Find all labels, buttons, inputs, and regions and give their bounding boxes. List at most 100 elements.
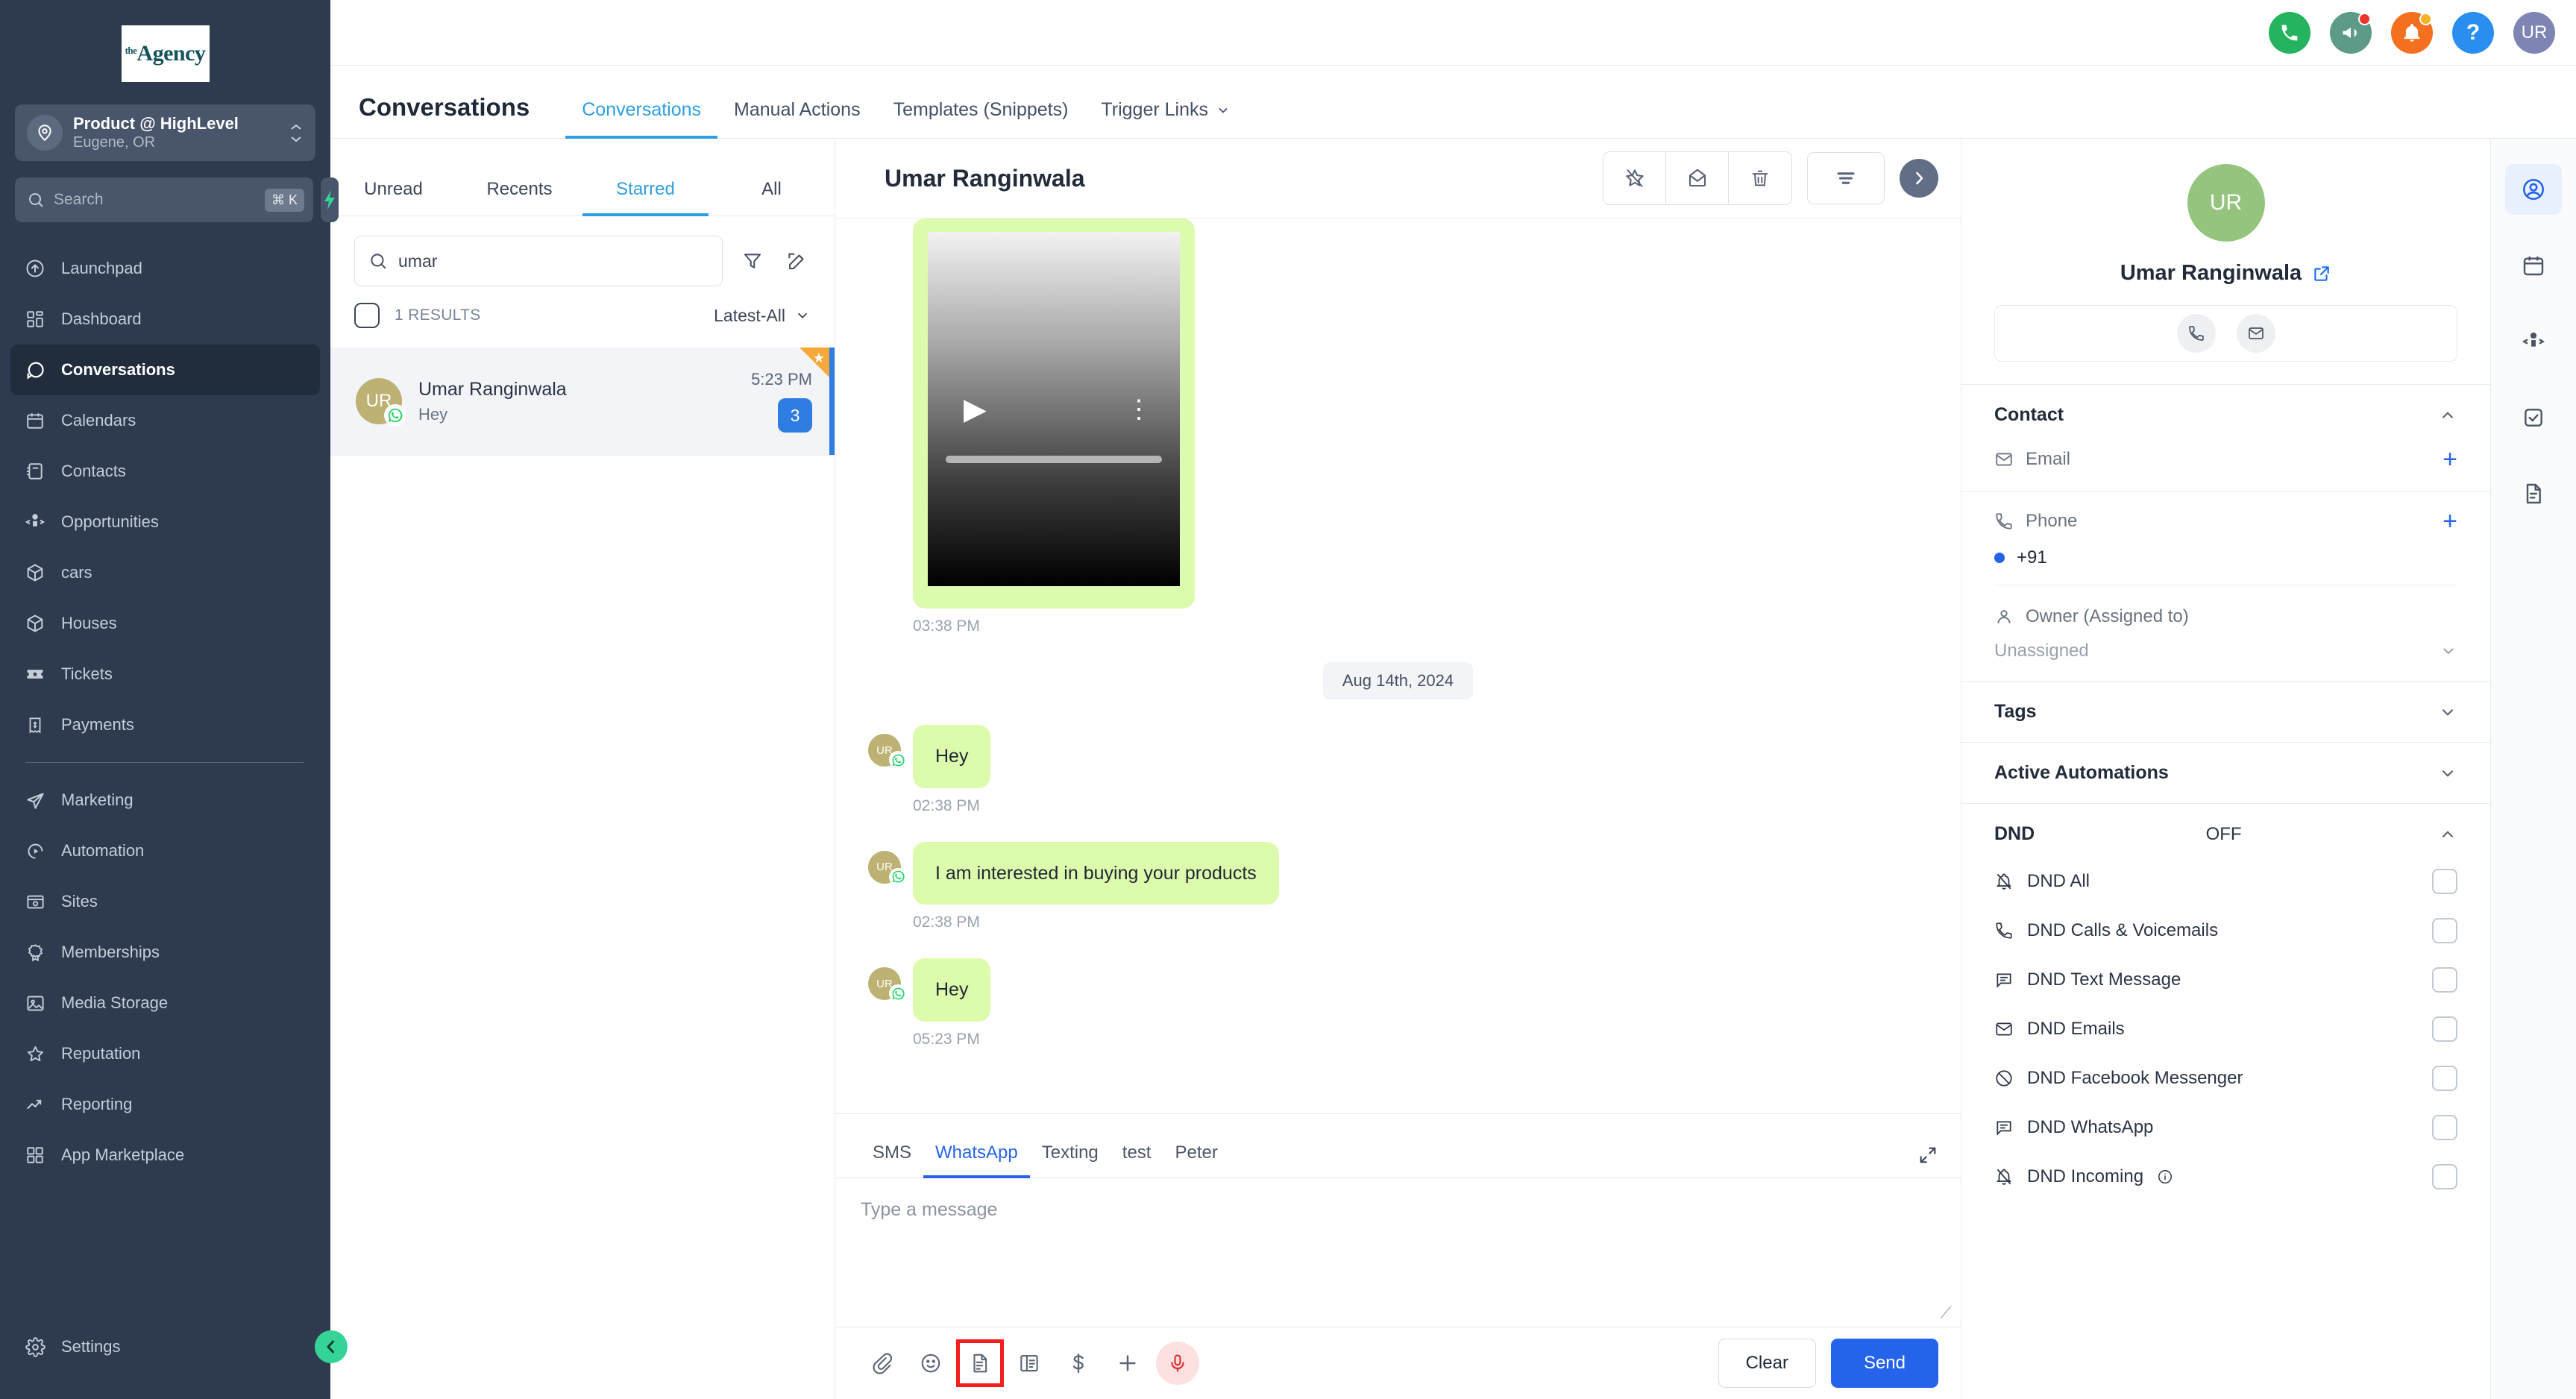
sidebar-item-reporting[interactable]: Reporting xyxy=(10,1079,320,1130)
tab-templates-snippets[interactable]: Templates (Snippets) xyxy=(877,99,1085,139)
tags-section-header[interactable]: Tags xyxy=(1994,701,2457,723)
more-options-icon[interactable]: ⋮ xyxy=(1126,401,1152,416)
sidebar-item-dashboard[interactable]: Dashboard xyxy=(10,294,320,345)
dnd-row-facebook[interactable]: DND Facebook Messenger xyxy=(1994,1066,2457,1091)
dnd-checkbox[interactable] xyxy=(2432,918,2457,943)
add-phone-button[interactable]: + xyxy=(2443,509,2457,534)
appointments-tab[interactable] xyxy=(2505,240,2562,291)
add-email-button[interactable]: + xyxy=(2443,447,2457,472)
composer-tab-sms[interactable]: SMS xyxy=(861,1142,923,1178)
dnd-row-all[interactable]: DND All xyxy=(1994,869,2457,894)
dnd-row-whatsapp[interactable]: DND WhatsApp xyxy=(1994,1115,2457,1140)
megaphone-icon[interactable] xyxy=(2330,12,2372,54)
sidebar-item-opportunities[interactable]: Opportunities xyxy=(10,497,320,547)
plus-icon[interactable] xyxy=(1107,1342,1149,1384)
attachment-icon[interactable] xyxy=(861,1342,902,1384)
owner-select[interactable]: Unassigned xyxy=(1994,641,2457,661)
emoji-icon[interactable] xyxy=(910,1342,952,1384)
delete-button[interactable] xyxy=(1729,152,1791,204)
composer-tab-texting[interactable]: Texting xyxy=(1030,1142,1110,1178)
contact-tab[interactable] xyxy=(2505,164,2562,215)
phone-value-row[interactable]: +91 xyxy=(1994,547,2457,585)
dnd-section-header[interactable]: DND OFF xyxy=(1994,823,2457,845)
email-button[interactable] xyxy=(2237,314,2275,353)
filter-tab-recents[interactable]: Recents xyxy=(456,179,582,216)
clear-button[interactable]: Clear xyxy=(1718,1339,1816,1388)
template-icon[interactable] xyxy=(1008,1342,1050,1384)
dnd-checkbox[interactable] xyxy=(2432,1115,2457,1140)
mark-unread-button[interactable] xyxy=(1666,152,1729,204)
active-automations-header[interactable]: Active Automations xyxy=(1994,762,2457,784)
help-icon[interactable]: ? xyxy=(2452,12,2494,54)
chat-filter-button[interactable] xyxy=(1807,152,1885,204)
video-thumbnail[interactable]: ▶ ⋮ xyxy=(928,232,1180,586)
message-input-area[interactable]: Type a message ⟋ xyxy=(835,1178,1961,1327)
sidebar-item-marketing[interactable]: Marketing xyxy=(10,775,320,826)
sidebar-item-launchpad[interactable]: Launchpad xyxy=(10,243,320,294)
sidebar-item-payments[interactable]: Payments xyxy=(10,700,320,750)
tab-manual-actions[interactable]: Manual Actions xyxy=(717,99,877,139)
dnd-checkbox[interactable] xyxy=(2432,869,2457,894)
sort-dropdown[interactable]: Latest-All xyxy=(714,306,811,326)
sidebar-item-contacts[interactable]: Contacts xyxy=(10,446,320,497)
sidebar-item-sites[interactable]: Sites xyxy=(10,876,320,927)
compose-icon[interactable] xyxy=(782,246,812,276)
dnd-row-calls[interactable]: DND Calls & Voicemails xyxy=(1994,918,2457,943)
select-all-checkbox[interactable] xyxy=(354,303,380,328)
composer-tab-whatsapp[interactable]: WhatsApp xyxy=(923,1142,1030,1178)
sidebar-item-conversations[interactable]: Conversations xyxy=(10,345,320,395)
conversation-search-input[interactable] xyxy=(398,251,709,271)
unstar-button[interactable] xyxy=(1603,152,1666,204)
conversation-search-box[interactable] xyxy=(354,236,723,286)
dnd-checkbox[interactable] xyxy=(2432,1164,2457,1189)
dnd-row-text[interactable]: DND Text Message xyxy=(1994,967,2457,993)
expand-composer-icon[interactable] xyxy=(1917,1145,1938,1178)
bell-icon[interactable] xyxy=(2391,12,2433,54)
send-button[interactable]: Send xyxy=(1831,1339,1938,1388)
sidebar-item-houses[interactable]: Houses xyxy=(10,598,320,649)
dnd-row-emails[interactable]: DND Emails xyxy=(1994,1016,2457,1042)
dnd-row-incoming[interactable]: DND Incoming xyxy=(1994,1164,2457,1189)
dnd-checkbox[interactable] xyxy=(2432,1066,2457,1091)
global-search[interactable]: ⌘ K xyxy=(15,177,313,222)
snippet-icon[interactable] xyxy=(959,1342,1001,1384)
message-list[interactable]: ▶ ⋮ 03:38 PM Aug 14th, 2024 UR xyxy=(835,218,1961,1113)
dollar-icon[interactable] xyxy=(1058,1342,1099,1384)
sidebar-collapse-button[interactable] xyxy=(315,1330,348,1363)
composer-tab-test[interactable]: test xyxy=(1110,1142,1163,1178)
tab-trigger-links[interactable]: Trigger Links xyxy=(1084,99,1247,139)
tab-conversations[interactable]: Conversations xyxy=(565,99,717,139)
sidebar-item-calendars[interactable]: Calendars xyxy=(10,395,320,446)
filter-icon[interactable] xyxy=(738,246,767,276)
resize-grip-icon[interactable]: ⟋ xyxy=(1941,1303,1952,1322)
dnd-checkbox[interactable] xyxy=(2432,1016,2457,1042)
sidebar-item-settings[interactable]: Settings xyxy=(10,1321,320,1372)
sidebar-item-automation[interactable]: Automation xyxy=(10,826,320,876)
sidebar-item-tickets[interactable]: Tickets xyxy=(10,649,320,700)
documents-tab[interactable] xyxy=(2505,468,2562,519)
play-icon[interactable]: ▶ xyxy=(964,394,987,424)
filter-tab-unread[interactable]: Unread xyxy=(330,179,456,216)
quick-actions-button[interactable] xyxy=(321,177,339,222)
call-button[interactable] xyxy=(2177,314,2216,353)
search-input[interactable] xyxy=(54,191,256,209)
info-icon[interactable] xyxy=(2157,1169,2173,1185)
sidebar-item-reputation[interactable]: Reputation xyxy=(10,1028,320,1079)
sidebar-item-media-storage[interactable]: Media Storage xyxy=(10,978,320,1028)
sidebar-item-app-marketplace[interactable]: App Marketplace xyxy=(10,1130,320,1180)
chevron-right-icon[interactable] xyxy=(1900,159,1938,198)
dnd-checkbox[interactable] xyxy=(2432,967,2457,993)
location-switcher[interactable]: Product @ HighLevel Eugene, OR xyxy=(15,104,315,161)
tasks-tab[interactable] xyxy=(2505,392,2562,443)
avatar[interactable]: UR xyxy=(2513,12,2555,54)
filter-tab-starred[interactable]: Starred xyxy=(582,179,709,216)
sidebar-item-memberships[interactable]: Memberships xyxy=(10,927,320,978)
video-scrubber[interactable] xyxy=(946,456,1162,463)
filter-tab-all[interactable]: All xyxy=(709,179,835,216)
microphone-icon[interactable] xyxy=(1156,1342,1199,1385)
contact-section-header[interactable]: Contact xyxy=(1994,404,2457,426)
phone-icon[interactable] xyxy=(2269,12,2310,54)
conversation-list-item[interactable]: ★ UR Umar Ranginwala Hey 5:23 PM 3 xyxy=(330,348,835,456)
opportunities-tab[interactable] xyxy=(2505,316,2562,367)
sidebar-item-cars[interactable]: cars xyxy=(10,547,320,598)
